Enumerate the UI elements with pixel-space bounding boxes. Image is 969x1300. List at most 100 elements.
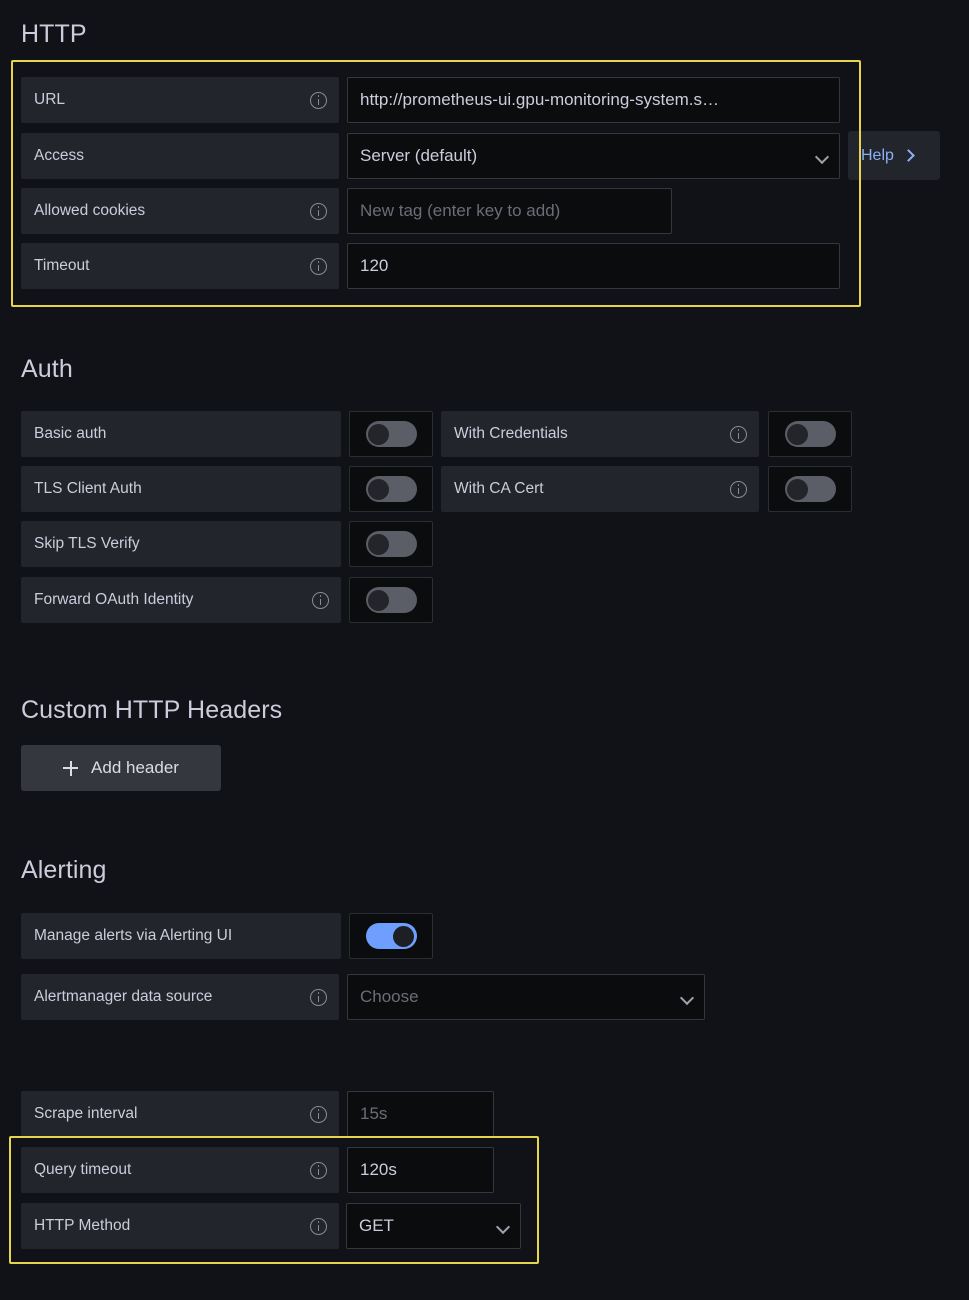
help-button[interactable]: Help	[848, 131, 940, 180]
info-icon[interactable]	[310, 202, 327, 220]
info-icon[interactable]	[310, 91, 327, 109]
chevron-down-icon	[681, 991, 694, 1004]
field-row-alertmanager: Alertmanager data source Choose	[21, 974, 705, 1020]
info-icon[interactable]	[310, 1217, 327, 1235]
info-icon[interactable]	[730, 425, 747, 443]
manage-alerts-toggle[interactable]	[349, 913, 433, 959]
chevron-down-icon	[816, 150, 829, 163]
toggle-knob	[787, 478, 808, 500]
info-icon[interactable]	[310, 257, 327, 275]
field-label-manage-alerts: Manage alerts via Alerting UI	[21, 913, 341, 959]
plus-icon	[63, 760, 79, 776]
chevron-down-icon	[497, 1220, 510, 1233]
field-label-forward-oauth-identity: Forward OAuth Identity	[21, 577, 341, 623]
field-label-query-timeout: Query timeout	[21, 1147, 339, 1193]
field-label-with-credentials: With Credentials	[441, 411, 759, 457]
info-icon[interactable]	[310, 1161, 327, 1179]
access-select-value: Server (default)	[360, 146, 478, 165]
field-row-allowed-cookies: Allowed cookies New tag (enter key to ad…	[21, 188, 672, 234]
toggle-track	[365, 531, 417, 557]
field-label-tls-client-auth-text: TLS Client Auth	[34, 480, 142, 497]
with-credentials-toggle[interactable]	[768, 411, 852, 457]
add-header-button-label: Add header	[91, 758, 179, 777]
datasource-settings-page: HTTP URL http://prometheus-ui.gpu-monito…	[0, 0, 969, 1300]
field-row-forward-oauth-identity: Forward OAuth Identity	[21, 577, 433, 623]
alertmanager-select[interactable]: Choose	[347, 974, 705, 1020]
toggle-knob	[368, 423, 389, 445]
info-icon[interactable]	[310, 1105, 327, 1123]
toggle-track	[365, 476, 417, 502]
toggle-knob	[368, 533, 389, 555]
url-input[interactable]: http://prometheus-ui.gpu-monitoring-syst…	[347, 77, 840, 123]
section-title-http: HTTP	[21, 20, 87, 48]
field-label-with-ca-cert: With CA Cert	[441, 466, 759, 512]
toggle-track	[365, 421, 417, 447]
field-row-access: Access Server (default)	[21, 133, 840, 179]
field-row-basic-auth: Basic auth	[21, 411, 433, 457]
field-label-timeout-text: Timeout	[34, 257, 90, 274]
field-row-http-method: HTTP Method GET	[21, 1203, 521, 1249]
basic-auth-toggle[interactable]	[349, 411, 433, 457]
field-label-skip-tls-verify-text: Skip TLS Verify	[34, 535, 140, 552]
toggle-track	[784, 421, 836, 447]
field-label-with-ca-cert-text: With CA Cert	[454, 480, 544, 497]
field-row-with-ca-cert: With CA Cert	[441, 466, 852, 512]
toggle-knob	[368, 478, 389, 500]
query-timeout-input[interactable]: 120s	[347, 1147, 494, 1193]
field-label-skip-tls-verify: Skip TLS Verify	[21, 521, 341, 567]
toggle-track	[365, 587, 417, 613]
field-label-alertmanager: Alertmanager data source	[21, 974, 339, 1020]
toggle-knob	[787, 423, 808, 445]
with-ca-cert-toggle[interactable]	[768, 466, 852, 512]
http-method-select[interactable]: GET	[346, 1203, 521, 1249]
info-icon[interactable]	[730, 480, 747, 498]
info-icon[interactable]	[312, 591, 329, 609]
field-label-basic-auth-text: Basic auth	[34, 425, 107, 442]
field-label-timeout: Timeout	[21, 243, 339, 289]
alertmanager-select-value: Choose	[360, 987, 419, 1006]
field-label-access: Access	[21, 133, 339, 179]
field-row-skip-tls-verify: Skip TLS Verify	[21, 521, 433, 567]
field-row-with-credentials: With Credentials	[441, 411, 852, 457]
field-row-url: URL http://prometheus-ui.gpu-monitoring-…	[21, 77, 840, 123]
field-label-allowed-cookies-text: Allowed cookies	[34, 202, 146, 219]
field-row-scrape-interval: Scrape interval 15s	[21, 1091, 494, 1137]
field-label-with-credentials-text: With Credentials	[454, 425, 568, 442]
field-row-timeout: Timeout 120	[21, 243, 840, 289]
field-label-manage-alerts-text: Manage alerts via Alerting UI	[34, 927, 233, 944]
allowed-cookies-input[interactable]: New tag (enter key to add)	[347, 188, 672, 234]
section-title-custom-http-headers: Custom HTTP Headers	[21, 696, 283, 724]
field-label-forward-oauth-identity-text: Forward OAuth Identity	[34, 591, 194, 608]
field-row-query-timeout: Query timeout 120s	[21, 1147, 494, 1193]
add-header-button[interactable]: Add header	[21, 745, 221, 791]
timeout-input[interactable]: 120	[347, 243, 840, 289]
access-select[interactable]: Server (default)	[347, 133, 840, 179]
field-row-manage-alerts: Manage alerts via Alerting UI	[21, 913, 433, 959]
section-title-auth: Auth	[21, 355, 73, 383]
toggle-track	[784, 476, 836, 502]
info-icon[interactable]	[310, 988, 327, 1006]
chevron-right-icon	[903, 150, 914, 161]
field-label-scrape-interval-text: Scrape interval	[34, 1105, 138, 1122]
field-row-tls-client-auth: TLS Client Auth	[21, 466, 433, 512]
field-label-basic-auth: Basic auth	[21, 411, 341, 457]
http-method-select-value: GET	[359, 1216, 394, 1235]
scrape-interval-input[interactable]: 15s	[347, 1091, 494, 1137]
field-label-alertmanager-text: Alertmanager data source	[34, 988, 213, 1005]
help-button-label: Help	[861, 146, 894, 164]
field-label-scrape-interval: Scrape interval	[21, 1091, 339, 1137]
field-label-tls-client-auth: TLS Client Auth	[21, 466, 341, 512]
section-title-alerting: Alerting	[21, 856, 107, 884]
toggle-knob	[368, 589, 389, 611]
field-label-http-method-text: HTTP Method	[34, 1217, 131, 1234]
skip-tls-verify-toggle[interactable]	[349, 521, 433, 567]
field-label-http-method: HTTP Method	[21, 1203, 339, 1249]
field-label-url-text: URL	[34, 91, 66, 108]
field-label-query-timeout-text: Query timeout	[34, 1161, 132, 1178]
toggle-track	[365, 923, 417, 949]
tls-client-auth-toggle[interactable]	[349, 466, 433, 512]
toggle-knob	[393, 925, 414, 947]
field-label-allowed-cookies: Allowed cookies	[21, 188, 339, 234]
field-label-url: URL	[21, 77, 339, 123]
forward-oauth-identity-toggle[interactable]	[349, 577, 433, 623]
